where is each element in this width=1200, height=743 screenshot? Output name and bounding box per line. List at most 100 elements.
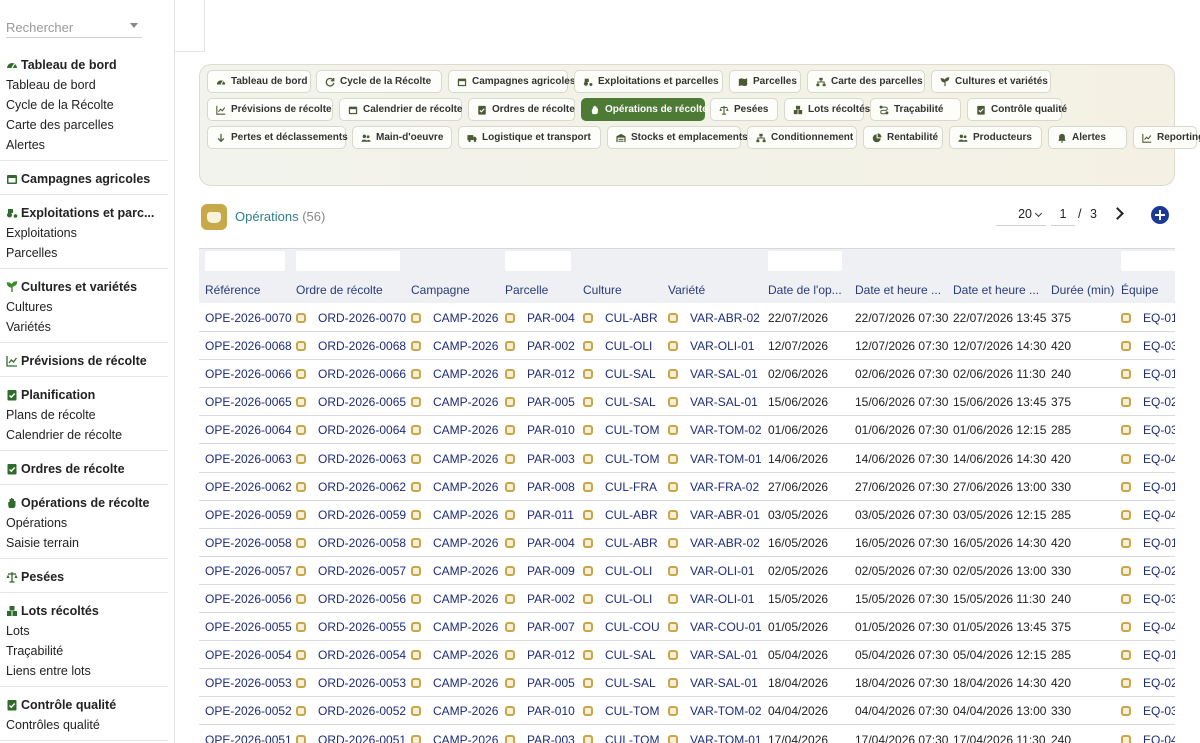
record-link-icon[interactable] <box>668 425 678 436</box>
column-header[interactable]: Durée (min) <box>1051 283 1114 297</box>
nav-button-producteurs[interactable]: Producteurs <box>949 126 1042 149</box>
table-cell-link[interactable]: OPE-2026-0051 <box>205 733 292 743</box>
sidebar-section-title[interactable]: Exploitations et parc... <box>0 203 174 223</box>
nav-button-pes-es[interactable]: Pesées <box>710 98 778 121</box>
sidebar-section-title[interactable]: Contrôle qualité <box>0 695 174 715</box>
record-link-icon[interactable] <box>583 369 593 380</box>
sidebar-item[interactable]: Cultures <box>0 297 174 317</box>
table-cell-link[interactable]: CUL-ABR <box>605 311 658 325</box>
table-cell-link[interactable]: VAR-TOM-02 <box>690 704 762 718</box>
sidebar-item[interactable]: Cycle de la Récolte <box>0 95 174 115</box>
table-cell-link[interactable]: VAR-SAL-01 <box>690 367 758 381</box>
record-link-icon[interactable] <box>668 341 678 352</box>
record-link-icon[interactable] <box>583 565 593 576</box>
record-link-icon[interactable] <box>1121 678 1131 689</box>
sidebar-item[interactable]: Carte des parcelles <box>0 115 174 135</box>
table-cell-link[interactable]: CUL-ABR <box>605 536 658 550</box>
table-cell-link[interactable]: OPE-2026-0057 <box>205 564 292 578</box>
sidebar-item[interactable]: Exploitations <box>0 223 174 243</box>
column-filter-input[interactable] <box>505 251 571 271</box>
record-link-icon[interactable] <box>1121 313 1131 323</box>
record-link-icon[interactable] <box>296 481 306 492</box>
record-link-icon[interactable] <box>411 425 421 436</box>
table-cell-link[interactable]: CAMP-2026 <box>433 648 498 662</box>
column-header[interactable]: Parcelle <box>505 283 548 297</box>
sidebar-section-title[interactable]: Pesées <box>0 567 174 587</box>
table-cell-link[interactable]: EQ-01 <box>1143 480 1175 494</box>
sidebar-section-title[interactable]: Ordres de récolte <box>0 459 174 479</box>
table-cell-link[interactable]: OPE-2026-0063 <box>205 452 292 466</box>
table-cell-link[interactable]: PAR-009 <box>527 564 575 578</box>
record-link-icon[interactable] <box>505 594 515 604</box>
sidebar-item[interactable]: Calendrier de récolte <box>0 425 174 445</box>
table-row[interactable]: OPE-2026-0055 ORD-2026-0055 CAMP-2026 PAR-0… <box>199 613 1175 642</box>
table-cell-link[interactable]: ORD-2026-0064 <box>318 423 406 437</box>
nav-button-campagnes-agricoles[interactable]: Campagnes agricoles <box>448 70 575 93</box>
record-link-icon[interactable] <box>296 425 306 436</box>
record-link-icon[interactable] <box>411 734 421 743</box>
table-cell-link[interactable]: EQ-03 <box>1143 592 1175 606</box>
sidebar-section-title[interactable]: Cultures et variétés <box>0 277 174 297</box>
record-link-icon[interactable] <box>1121 481 1131 492</box>
column-header[interactable]: Date de l'op... <box>768 283 842 297</box>
table-cell-link[interactable]: VAR-ABR-02 <box>690 311 760 325</box>
table-cell-link[interactable]: CUL-OLI <box>605 339 652 353</box>
record-link-icon[interactable] <box>411 509 421 520</box>
page-size-select[interactable]: 20 <box>996 205 1046 226</box>
sidebar-section-title[interactable]: Planification <box>0 385 174 405</box>
column-header[interactable]: Date et heure ... <box>953 283 1039 297</box>
table-row[interactable]: OPE-2026-0052 ORD-2026-0052 CAMP-2026 PAR-0… <box>199 697 1175 726</box>
record-link-icon[interactable] <box>296 453 306 464</box>
table-cell-link[interactable]: EQ-01 <box>1143 311 1175 325</box>
record-link-icon[interactable] <box>1121 453 1131 464</box>
table-cell-link[interactable]: CAMP-2026 <box>433 367 498 381</box>
table-cell-link[interactable]: VAR-SAL-01 <box>690 648 758 662</box>
record-link-icon[interactable] <box>668 678 678 689</box>
record-link-icon[interactable] <box>411 594 421 604</box>
table-cell-link[interactable]: PAR-004 <box>527 311 575 325</box>
table-row[interactable]: OPE-2026-0070 ORD-2026-0070 CAMP-2026 PAR-0… <box>199 304 1175 332</box>
record-link-icon[interactable] <box>411 369 421 380</box>
table-cell-link[interactable]: PAR-003 <box>527 452 575 466</box>
sidebar-item[interactable]: Variétés <box>0 317 174 337</box>
table-cell-link[interactable]: PAR-011 <box>527 508 574 522</box>
column-header[interactable]: Référence <box>205 283 260 297</box>
table-cell-link[interactable]: EQ-03 <box>1143 423 1175 437</box>
record-link-icon[interactable] <box>1121 622 1131 633</box>
table-cell-link[interactable]: ORD-2026-0068 <box>318 339 406 353</box>
table-cell-link[interactable]: OPE-2026-0056 <box>205 592 292 606</box>
sidebar-item[interactable]: Liens entre lots <box>0 661 174 681</box>
sidebar-item[interactable]: Alertes <box>0 135 174 155</box>
record-link-icon[interactable] <box>505 341 515 352</box>
nav-button-pertes-et-d-classements[interactable]: Pertes et déclassements <box>207 126 348 149</box>
record-link-icon[interactable] <box>583 678 593 689</box>
nav-button-lots-r-colt-s[interactable]: Lots récoltés <box>784 98 870 121</box>
record-link-icon[interactable] <box>505 313 515 323</box>
table-row[interactable]: OPE-2026-0054 ORD-2026-0054 CAMP-2026 PAR-0… <box>199 641 1175 670</box>
table-cell-link[interactable]: EQ-04 <box>1143 620 1175 634</box>
record-link-icon[interactable] <box>411 397 421 408</box>
nav-button-exploitations-et-parcelles[interactable]: Exploitations et parcelles <box>574 70 723 93</box>
nav-button-cultures-et-vari-t-s[interactable]: Cultures et variétés <box>931 70 1051 93</box>
record-link-icon[interactable] <box>505 622 515 633</box>
table-cell-link[interactable]: VAR-SAL-01 <box>690 676 758 690</box>
table-cell-link[interactable]: OPE-2026-0052 <box>205 704 292 718</box>
table-cell-link[interactable]: PAR-003 <box>527 733 575 743</box>
record-link-icon[interactable] <box>505 565 515 576</box>
sidebar-item[interactable]: Plans de récolte <box>0 405 174 425</box>
table-cell-link[interactable]: CAMP-2026 <box>433 452 498 466</box>
table-row[interactable]: OPE-2026-0053 ORD-2026-0053 CAMP-2026 PAR-0… <box>199 669 1175 698</box>
record-link-icon[interactable] <box>668 397 678 408</box>
record-link-icon[interactable] <box>583 650 593 661</box>
table-cell-link[interactable]: VAR-OLI-01 <box>690 339 754 353</box>
table-cell-link[interactable]: CUL-SAL <box>605 367 656 381</box>
table-cell-link[interactable]: ORD-2026-0059 <box>318 508 406 522</box>
sidebar-item[interactable]: Traçabilité <box>0 641 174 661</box>
record-link-icon[interactable] <box>1121 369 1131 380</box>
chevron-down-icon[interactable] <box>130 23 138 28</box>
table-cell-link[interactable]: CUL-TOM <box>605 704 659 718</box>
table-cell-link[interactable]: OPE-2026-0070 <box>205 311 292 325</box>
record-link-icon[interactable] <box>668 622 678 633</box>
table-cell-link[interactable]: VAR-SAL-01 <box>690 395 758 409</box>
table-cell-link[interactable]: CAMP-2026 <box>433 339 498 353</box>
